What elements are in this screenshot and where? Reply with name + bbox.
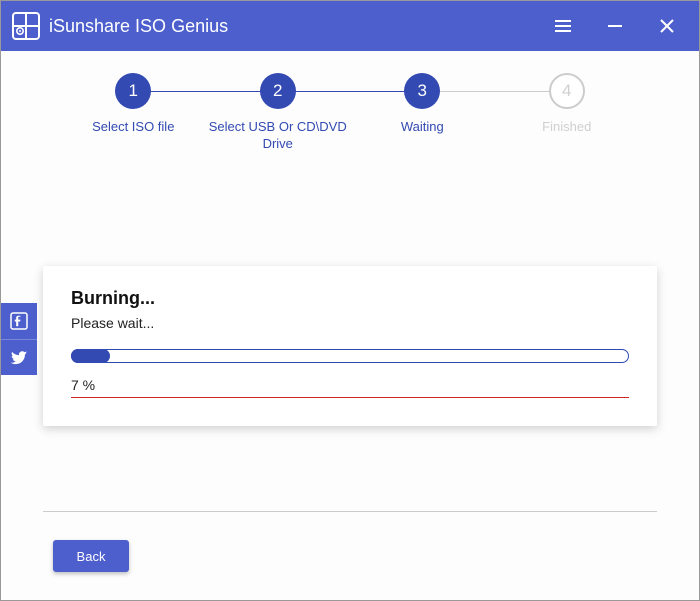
step-indicator: 1 Select ISO file 2 Select USB Or CD\DVD… (1, 73, 699, 153)
app-logo-icon (11, 11, 41, 41)
facebook-icon[interactable] (1, 303, 37, 339)
step-circle: 1 (115, 73, 151, 109)
twitter-icon[interactable] (1, 339, 37, 375)
progress-title: Burning... (71, 288, 629, 309)
app-title: iSunshare ISO Genius (49, 16, 551, 37)
social-sidebar (1, 303, 37, 375)
step-label: Select ISO file (92, 119, 174, 136)
step-4: 4 Finished (495, 73, 640, 136)
step-circle: 3 (404, 73, 440, 109)
minimize-icon[interactable] (603, 14, 627, 38)
step-circle: 2 (260, 73, 296, 109)
step-circle: 4 (549, 73, 585, 109)
progress-bar (71, 349, 629, 363)
window-controls (551, 14, 689, 38)
progress-bar-fill (71, 349, 110, 363)
background-illustration (1, 420, 700, 600)
step-label: Waiting (401, 119, 444, 136)
step-3: 3 Waiting (350, 73, 495, 136)
title-bar: iSunshare ISO Genius (1, 1, 699, 51)
app-window: iSunshare ISO Genius 1 Select ISO file 2… (0, 0, 700, 601)
step-label: Select USB Or CD\DVD Drive (208, 119, 348, 153)
progress-percent: 7 % (71, 377, 629, 393)
step-2: 2 Select USB Or CD\DVD Drive (206, 73, 351, 153)
progress-panel: Burning... Please wait... 7 % (43, 266, 657, 426)
step-1: 1 Select ISO file (61, 73, 206, 136)
menu-icon[interactable] (551, 14, 575, 38)
step-label: Finished (542, 119, 591, 136)
progress-subtitle: Please wait... (71, 315, 629, 331)
close-icon[interactable] (655, 14, 679, 38)
footer-divider (43, 511, 657, 512)
progress-underline (71, 397, 629, 398)
back-button[interactable]: Back (53, 540, 129, 572)
